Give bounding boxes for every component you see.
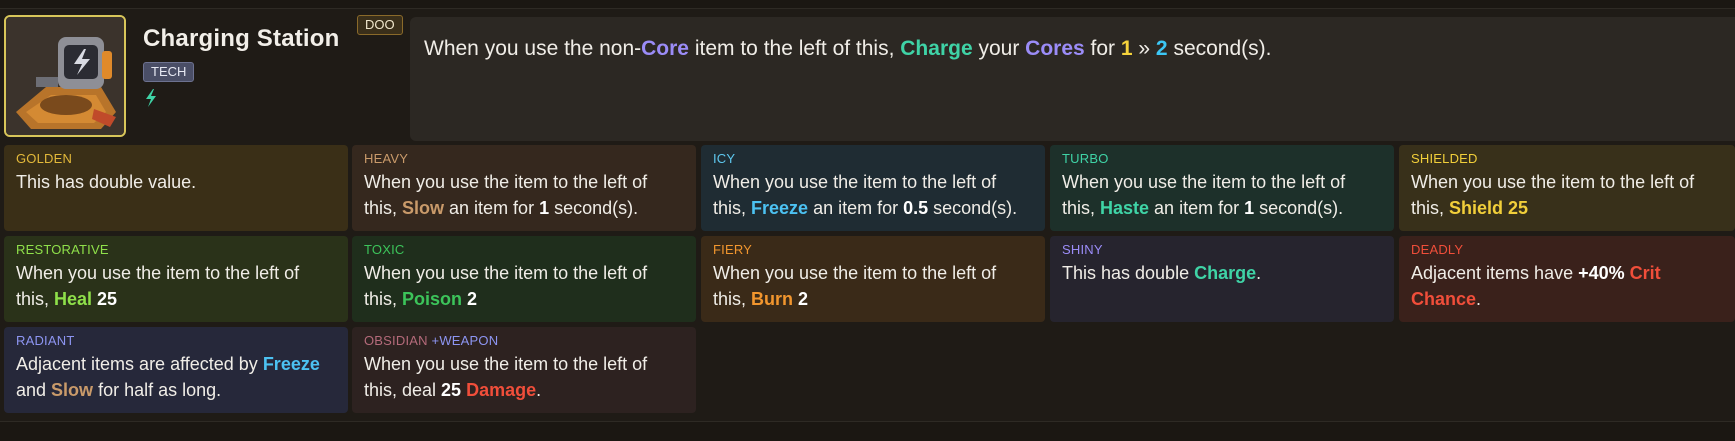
enchantment-shiny[interactable]: SHINY This has double Charge.: [1050, 236, 1394, 322]
tag-badge: TECH: [143, 62, 195, 82]
item-description-panel: When you use the non-Core item to the le…: [410, 17, 1735, 141]
enchantment-shielded[interactable]: SHIELDED When you use the item to the le…: [1399, 145, 1735, 231]
item-card: Charging Station TECH DOO When you use t…: [0, 8, 1735, 422]
enchantment-heavy[interactable]: HEAVY When you use the item to the left …: [352, 145, 696, 231]
enchantment-deadly[interactable]: DEADLY Adjacent items have +40% Crit Cha…: [1399, 236, 1735, 322]
item-title: Charging Station: [143, 25, 340, 52]
item-header: Charging Station TECH DOO When you use t…: [0, 9, 1735, 141]
enchantment-fiery[interactable]: FIERY When you use the item to the left …: [701, 236, 1045, 322]
enchantment-restorative[interactable]: RESTORATIVE When you use the item to the…: [4, 236, 348, 322]
item-image[interactable]: [4, 15, 126, 137]
enchantment-obsidian[interactable]: OBSIDIAN +WEAPON When you use the item t…: [352, 327, 696, 413]
enchantment-golden[interactable]: GOLDEN This has double value.: [4, 145, 348, 231]
item-description: When you use the non-Core item to the le…: [424, 37, 1272, 60]
charging-station-icon: [6, 17, 124, 135]
tier-badge: DOO: [357, 15, 403, 35]
lightning-bolt-icon: [146, 89, 156, 107]
enchantment-turbo[interactable]: TURBO When you use the item to the left …: [1050, 145, 1394, 231]
enchantment-toxic[interactable]: TOXIC When you use the item to the left …: [352, 236, 696, 322]
enchantment-icy[interactable]: ICY When you use the item to the left of…: [701, 145, 1045, 231]
enchantment-radiant[interactable]: RADIANT Adjacent items are affected by F…: [4, 327, 348, 413]
